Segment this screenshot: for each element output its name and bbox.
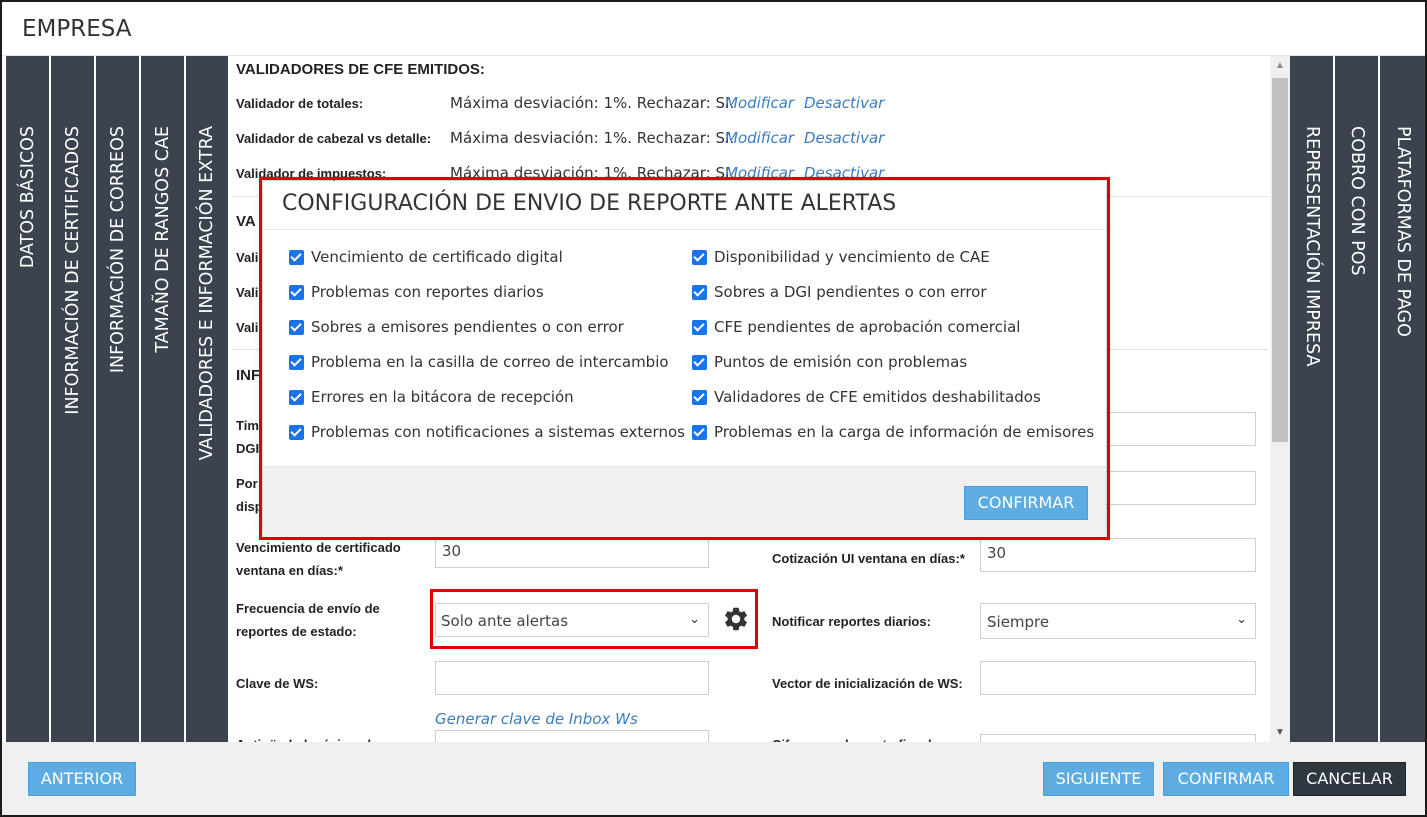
ui-quote-input[interactable]: 30: [980, 538, 1256, 572]
content-scrollbar[interactable]: ▲ ▼: [1270, 56, 1290, 742]
deactivate-link[interactable]: Desactivar: [804, 94, 884, 112]
validator-value: Máxima desviación: 1%. Rechazar: SI.: [450, 129, 735, 147]
report-frequency-label: Frecuencia de envío de reportes de estad…: [236, 601, 380, 639]
tab-plataformas-de-pago[interactable]: PLATAFORMAS DE PAGO: [1380, 56, 1425, 742]
validators-heading: VALIDADORES DE CFE EMITIDOS:: [236, 61, 485, 78]
tab-informacion-certificados[interactable]: INFORMACIÓN DE CERTIFICADOS: [51, 56, 94, 742]
section-heading: VA: [236, 213, 256, 230]
tab-label: INFORMACIÓN DE CERTIFICADOS: [62, 126, 83, 415]
tab-tamano-rangos-cae[interactable]: TAMAÑO DE RANGOS CAE: [141, 56, 184, 742]
tab-label: INFORMACIÓN DE CORREOS: [107, 126, 128, 374]
validator-label: Validador de totales:: [236, 96, 364, 111]
tab-label: REPRESENTACIÓN IMPRESA: [1301, 126, 1322, 367]
modify-link[interactable]: Modificar: [725, 129, 794, 147]
confirm-button[interactable]: CONFIRMAR: [1163, 762, 1289, 796]
tab-label: VALIDADORES E INFORMACIÓN EXTRA: [197, 126, 217, 461]
notify-daily-label: Notificar reportes diarios:: [772, 614, 931, 629]
dialog-title: EMPRESA: [22, 16, 132, 42]
validator-value: Máxima desviación: 1%. Rechazar: SI.: [450, 94, 735, 112]
tab-label: PLATAFORMAS DE PAGO: [1392, 126, 1413, 337]
validator-label: Validador de cabezal vs detalle:: [236, 131, 432, 146]
ws-key-label: Clave de WS:: [236, 676, 319, 691]
ui-quote-label: Cotización UI ventana en días:*: [772, 551, 965, 566]
tab-label: TAMAÑO DE RANGOS CAE: [152, 126, 173, 353]
scroll-down-icon[interactable]: ▼: [1275, 727, 1285, 738]
tab-representacion-impresa[interactable]: REPRESENTACIÓN IMPRESA: [1290, 56, 1333, 742]
select-value: Siempre: [987, 613, 1050, 631]
field-label: Antigüedad máxima de: [236, 733, 378, 742]
scroll-thumb[interactable]: [1272, 78, 1288, 442]
highlight-modal: [259, 177, 1110, 540]
tab-informacion-correos[interactable]: INFORMACIÓN DE CORREOS: [96, 56, 139, 742]
dialog-footer: ANTERIOR SIGUIENTE CONFIRMAR CANCELAR: [2, 742, 1425, 815]
field-label: Cifrar complemento fiscal en: [772, 733, 950, 742]
cert-expiry-label: Vencimiento de certificado ventana en dí…: [236, 540, 401, 578]
ws-vector-label: Vector de inicialización de WS:: [772, 676, 963, 691]
ws-vector-input[interactable]: [980, 661, 1256, 695]
tab-label: DATOS BÁSICOS: [17, 126, 38, 269]
generate-key-link[interactable]: Generar clave de Inbox Ws: [435, 710, 638, 728]
highlight-frequency: [430, 589, 758, 649]
validator-label: Vali: [236, 285, 259, 300]
chevron-down-icon: ⌄: [1236, 612, 1247, 627]
cert-expiry-input[interactable]: 30: [435, 538, 709, 568]
cancel-button[interactable]: CANCELAR: [1293, 762, 1406, 796]
validator-label: Vali: [236, 320, 259, 335]
previous-button[interactable]: ANTERIOR: [28, 762, 136, 796]
notify-daily-select[interactable]: Siempre ⌄: [980, 603, 1256, 639]
ws-key-input[interactable]: [435, 661, 709, 695]
tab-validadores-informacion-extra[interactable]: VALIDADORES E INFORMACIÓN EXTRA: [186, 56, 228, 742]
validator-label: Vali: [236, 250, 259, 265]
section-heading: INF: [236, 367, 261, 384]
deactivate-link[interactable]: Desactivar: [804, 129, 884, 147]
empresa-dialog: EMPRESA DATOS BÁSICOS INFORMACIÓN DE CER…: [0, 0, 1427, 817]
modify-link[interactable]: Modificar: [725, 94, 794, 112]
field-label: Por: [236, 476, 258, 491]
next-button[interactable]: SIGUIENTE: [1043, 762, 1154, 796]
scroll-up-icon[interactable]: ▲: [1275, 60, 1285, 71]
text-input[interactable]: [980, 734, 1256, 742]
tab-cobro-con-pos[interactable]: COBRO CON POS: [1335, 56, 1378, 742]
field-label: DGI: [236, 441, 260, 456]
text-input[interactable]: [435, 730, 709, 742]
tab-label: COBRO CON POS: [1346, 126, 1367, 276]
tab-datos-basicos[interactable]: DATOS BÁSICOS: [6, 56, 49, 742]
field-label: Tim: [236, 418, 259, 433]
